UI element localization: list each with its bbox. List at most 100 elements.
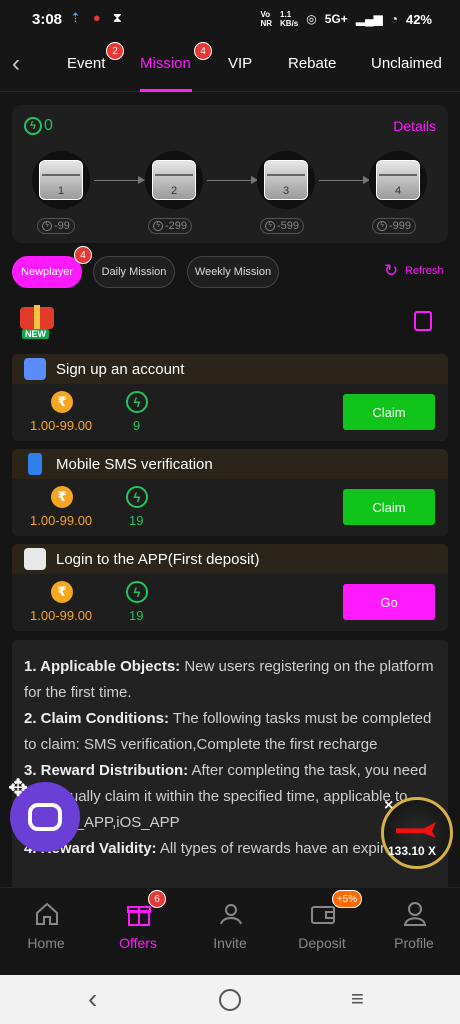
main-content: ϟ 0 Details 1 2 3 4 ϟ -99 ϟ -299 ϟ -599 ϟ -9… — [0, 93, 460, 890]
drag-move-icon[interactable]: ✥ — [8, 774, 28, 803]
cost-value: -99 — [54, 220, 70, 232]
chat-bubble-icon — [28, 803, 62, 831]
chest-icon: 1 — [39, 160, 83, 200]
reward-range: 1.00-99.00 — [30, 418, 93, 433]
chest-1[interactable]: 1 — [32, 151, 90, 209]
system-nav-bar: ‹ ≡ — [0, 975, 460, 1024]
tab-deposit-label: Deposit — [298, 935, 346, 951]
status-right: Vo NR 1.1 KB/s ◎ 5G+ ▂▄▆ ◔ 42% — [260, 10, 432, 28]
battery-level: 42% — [405, 11, 432, 27]
chest-icon: 3 — [264, 160, 308, 200]
refresh-icon[interactable]: ↻ — [384, 261, 398, 281]
deposit-bonus-badge: +5% — [332, 890, 362, 908]
notification-icons: ⇡ ● ⧗ — [70, 10, 122, 26]
cost-value: -999 — [389, 220, 412, 232]
tab-home[interactable]: Home — [0, 888, 92, 976]
tab-vip[interactable]: VIP — [228, 55, 252, 72]
status-time: 3:08 — [32, 11, 63, 28]
filter-newplayer[interactable]: Newplayer — [12, 256, 82, 288]
task-list-icon[interactable] — [414, 311, 432, 331]
task-points: 19 — [129, 513, 144, 528]
chest-number: 3 — [282, 185, 290, 197]
reward-range: 1.00-99.00 — [30, 608, 93, 623]
rupee-coin-icon: ₹ — [51, 486, 73, 508]
bottom-tab-bar: Home 6 Offers Invite +5% Deposit Profile — [0, 887, 460, 975]
tab-home-label: Home — [27, 935, 65, 951]
chest-cost: ϟ -599 — [260, 218, 305, 234]
tab-profile[interactable]: Profile — [368, 888, 460, 976]
bolt-icon: ϟ — [126, 486, 148, 508]
battery-icon: ◔ — [390, 12, 398, 26]
back-icon[interactable]: ‹ — [12, 50, 20, 78]
task-title: Sign up an account — [56, 360, 185, 378]
signal-icon: ▂▄▆ — [355, 12, 383, 26]
chest-cost: ϟ -299 — [148, 218, 193, 234]
chest-number: 2 — [170, 185, 178, 197]
phone-icon — [28, 453, 42, 475]
reward-range: 1.00-99.00 — [30, 513, 93, 528]
tab-profile-label: Profile — [394, 935, 434, 951]
arrow-icon — [207, 176, 258, 184]
refresh-button[interactable]: Refresh — [405, 265, 444, 277]
task-points: 19 — [129, 608, 144, 623]
tab-deposit[interactable]: +5% Deposit — [276, 888, 368, 976]
rupee-coin-icon: ₹ — [51, 391, 73, 413]
rule-3-heading: 3. Reward Distribution: — [24, 762, 189, 779]
tab-offers-label: Offers — [119, 935, 157, 951]
game-multiplier: 133.10 X — [388, 844, 437, 858]
arrow-icon — [94, 176, 145, 184]
tab-invite[interactable]: Invite — [184, 888, 276, 976]
chest-number: 4 — [394, 185, 402, 197]
cost-value: -599 — [277, 220, 300, 232]
recents-nav-icon[interactable]: ≡ — [351, 986, 364, 1012]
rule-2-heading: 2. Claim Conditions: — [24, 710, 170, 727]
task-card: Mobile SMS verification ₹ 1.00-99.00 ϟ 1… — [12, 449, 448, 536]
rules-text: 1. Applicable Objects: New users registe… — [12, 640, 448, 890]
details-link[interactable]: Details — [393, 118, 436, 134]
claim-button[interactable]: Claim — [343, 394, 435, 430]
go-button[interactable]: Go — [343, 584, 435, 620]
app-notification-icon: ● — [92, 10, 101, 25]
task-title: Login to the APP(First deposit) — [56, 550, 260, 568]
profile-icon — [403, 902, 427, 926]
upload-icon: ⇡ — [70, 10, 81, 25]
chest-4[interactable]: 4 — [369, 151, 427, 209]
filter-daily-mission[interactable]: Daily Mission — [93, 256, 175, 288]
cost-value: -299 — [165, 220, 188, 232]
task-card: Login to the APP(First deposit) ₹ 1.00-9… — [12, 544, 448, 631]
points-progress-card: ϟ 0 Details 1 2 3 4 ϟ -99 ϟ -299 ϟ -599 ϟ -9… — [12, 105, 448, 243]
bolt-icon: ϟ — [377, 221, 387, 231]
newplayer-badge: 4 — [74, 246, 92, 264]
back-nav-icon[interactable]: ‹ — [88, 983, 97, 1015]
rule-4-body: All types of rewards have an expiration — [156, 840, 418, 857]
offers-badge: 6 — [148, 890, 166, 908]
chest-3[interactable]: 3 — [257, 151, 315, 209]
home-nav-icon[interactable] — [219, 989, 241, 1011]
chest-cost: ϟ -999 — [372, 218, 417, 234]
claim-button[interactable]: Claim — [343, 489, 435, 525]
bolt-icon: ϟ — [153, 221, 163, 231]
tab-offers[interactable]: 6 Offers — [92, 888, 184, 976]
event-badge: 2 — [106, 42, 124, 60]
network-type: 5G+ — [324, 12, 348, 26]
tab-unclaimed[interactable]: Unclaimed — [371, 55, 442, 72]
new-gift-icon: NEW — [16, 303, 58, 341]
tab-event[interactable]: Event — [67, 55, 105, 72]
home-icon — [36, 902, 58, 925]
bolt-icon: ϟ — [42, 221, 52, 231]
rule-1-heading: 1. Applicable Objects: — [24, 658, 181, 675]
task-title: Mobile SMS verification — [56, 455, 213, 473]
task-points: 9 — [133, 418, 141, 433]
active-tab-indicator — [140, 89, 192, 92]
task-header: Mobile SMS verification — [12, 449, 448, 479]
bolt-icon: ϟ — [126, 391, 148, 413]
task-header: Sign up an account — [12, 354, 448, 384]
task-header: Login to the APP(First deposit) — [12, 544, 448, 574]
tab-rebate[interactable]: Rebate — [288, 55, 336, 72]
chest-2[interactable]: 2 — [145, 151, 203, 209]
volte-icon: Vo NR — [260, 10, 273, 28]
close-icon[interactable]: × — [384, 798, 400, 814]
tab-mission[interactable]: Mission — [140, 55, 191, 72]
filter-weekly-mission[interactable]: Weekly Mission — [187, 256, 279, 288]
arrow-icon — [319, 176, 370, 184]
